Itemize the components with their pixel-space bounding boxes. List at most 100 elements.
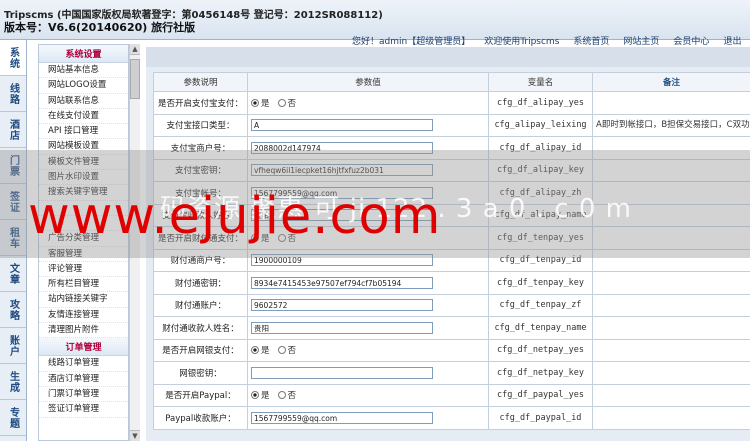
var-name: cfg_df_alipay_yes [488, 91, 593, 115]
tab-visa[interactable]: 签证 [0, 184, 26, 220]
param-value-cell: 1567799559@qq.com [247, 406, 489, 430]
radio-no[interactable] [277, 233, 286, 242]
table-row: 是否开启网银支付：是否 cfg_df_netpay_yes [153, 338, 750, 362]
scroll-thumb[interactable] [130, 59, 140, 99]
menu-item[interactable]: 模板文件管理 [39, 155, 128, 171]
var-name: cfg_df_alipay_id [488, 136, 593, 160]
topnav-member-center-link[interactable]: 会员中心 [673, 34, 709, 46]
param-input[interactable] [251, 366, 433, 379]
note-cell [592, 383, 750, 407]
menu-item[interactable]: 客服管理 [39, 247, 128, 262]
param-label: 是否开启Paypal： [153, 383, 248, 407]
menu-item[interactable]: 图片水印设置 [39, 170, 128, 186]
radio-yes[interactable] [251, 98, 259, 107]
param-label: 支付宝商户号： [153, 136, 248, 160]
menu-section-system-settings[interactable]: 系统设置 [39, 45, 128, 63]
param-input[interactable]: 1567799559@qq.com [251, 411, 433, 424]
param-value-cell: 是否 [247, 338, 489, 362]
param-input[interactable]: 贵阳 [251, 321, 433, 334]
note-cell [592, 136, 750, 160]
param-input[interactable]: 1567799559@qq.com [251, 186, 433, 199]
topnav-system-home-link[interactable]: 系统首页 [573, 34, 609, 46]
topnav-site-home-link[interactable]: 网站主页 [623, 34, 659, 46]
version-line: 版本号：V6.6(20140620) 旅行社版 [4, 21, 196, 34]
menu-item[interactable]: 清理图片附件 [39, 323, 128, 339]
param-input[interactable]: 8934e7415453e97507ef794cf7b05194 [251, 276, 433, 289]
menu-item[interactable]: 签证订单管理 [39, 402, 128, 418]
param-value-cell: vfheqw6il1iecpket16hjtfxfuz2b031 [247, 158, 489, 182]
param-value-cell: 1567799559@qq.com [247, 181, 489, 205]
param-input[interactable]: vfheqw6il1iecpket16hjtfxfuz2b031 [251, 164, 433, 177]
table-row: 支付宝接口类型： Acfg_alipay_leixing A即时到帐接口，B担保交易… [153, 113, 750, 137]
menu-item[interactable]: 搜索关键字管理 [39, 185, 128, 201]
tab-accounts[interactable]: 账户 [0, 328, 26, 364]
param-label: 网银密钥： [153, 361, 248, 385]
radio-yes-label: 是 [261, 391, 270, 402]
menu-item[interactable]: 网站LOGO设置 [39, 78, 128, 94]
param-label: 支付宝收款人姓名： [153, 203, 248, 227]
tab-hotels[interactable]: 酒店 [0, 112, 26, 148]
table-row: 支付宝收款人姓名： 贵阳 cfg_df_alipay_name [153, 203, 750, 227]
menu-item[interactable]: 评论管理 [39, 262, 128, 278]
table-row: 财付通商户号： 1900000109 cfg_df_tenpay_id [153, 248, 750, 272]
menu-item[interactable] [39, 216, 128, 232]
radio-yes[interactable] [251, 346, 259, 355]
menu-item[interactable]: 网站基本信息 [39, 63, 128, 79]
menu-item[interactable]: 在线支付设置 [39, 109, 128, 125]
radio-yes[interactable] [251, 233, 259, 242]
note-cell [592, 248, 750, 272]
radio-yes[interactable] [251, 391, 259, 400]
table-row: 财付通收款人姓名： 贵阳 cfg_df_tenpay_name [153, 316, 750, 340]
param-input[interactable]: 贵阳 [251, 209, 433, 222]
menu-item[interactable]: 酒店订单管理 [39, 372, 128, 387]
menu-item[interactable]: 线路订单管理 [39, 356, 128, 372]
note-cell [592, 361, 750, 385]
menu-section-orders[interactable]: 订单管理 [39, 338, 128, 357]
col-header-var-name: 变量名 [488, 72, 593, 92]
scroll-up-arrow-icon[interactable]: ▲ [130, 44, 140, 55]
side-menu-scrollbar[interactable]: ▲ ▼ [129, 44, 140, 441]
menu-item[interactable]: 友情连接管理 [39, 308, 128, 324]
main-panel: 参数说明 参数值 变量名 备注 是否开启支付宝支付：是否 cfg_df_alipa… [146, 47, 750, 441]
param-value-cell: 9602572 [247, 293, 489, 317]
table-row: 是否开启支付宝支付：是否 cfg_df_alipay_yes [153, 91, 750, 115]
tab-car-rental[interactable]: 租车 [0, 220, 26, 256]
topnav-logout-link[interactable]: 退出 [723, 34, 741, 46]
param-input[interactable]: 9602572 [251, 299, 433, 312]
tab-routes[interactable]: 线路 [0, 76, 26, 112]
menu-item[interactable] [39, 201, 128, 216]
tab-system[interactable]: 系统 [0, 40, 26, 76]
radio-no[interactable] [277, 346, 286, 355]
tab-guides[interactable]: 攻略 [0, 292, 26, 328]
param-value-cell: 贵阳 [247, 203, 489, 227]
menu-item[interactable]: 网站模板设置 [39, 139, 128, 155]
menu-item[interactable]: 站内链接关键字 [39, 292, 128, 308]
menu-item[interactable]: 门票订单管理 [39, 387, 128, 403]
menu-item[interactable]: 所有栏目管理 [39, 277, 128, 293]
menu-item[interactable]: API 接口管理 [39, 124, 128, 140]
radio-no[interactable] [277, 391, 286, 400]
table-row: 财付通账户： 9602572 cfg_df_tenpay_zf [153, 293, 750, 317]
tab-generate[interactable]: 生成 [0, 364, 26, 400]
var-name: cfg_df_tenpay_name [488, 316, 593, 340]
col-header-param-value: 参数值 [247, 72, 489, 92]
param-value-cell: A [247, 113, 489, 137]
tab-tickets[interactable]: 门票 [0, 148, 26, 184]
col-header-param-desc: 参数说明 [153, 72, 248, 92]
table-row: 是否开启Paypal：是否 cfg_df_paypal_yes [153, 383, 750, 407]
scroll-down-arrow-icon[interactable]: ▼ [130, 430, 140, 441]
tab-articles[interactable]: 文章 [0, 256, 26, 292]
param-input[interactable]: 1900000109 [251, 254, 433, 267]
tab-topics[interactable]: 专题 [0, 400, 26, 436]
param-value-cell: 是否 [247, 383, 489, 407]
menu-item[interactable]: 网站联系信息 [39, 94, 128, 109]
var-name: cfg_df_alipay_name [488, 203, 593, 227]
table-row: 支付宝帐号： 1567799559@qq.com cfg_df_alipay_zh [153, 181, 750, 205]
radio-no-label: 否 [287, 98, 297, 109]
param-input[interactable]: A [251, 119, 433, 132]
param-input[interactable]: 2088002d147974 [251, 141, 433, 154]
radio-no[interactable] [277, 98, 286, 107]
note-cell [592, 271, 750, 295]
menu-item[interactable]: 广告分类管理 [39, 231, 128, 247]
param-label: 支付宝接口类型： [153, 113, 248, 137]
